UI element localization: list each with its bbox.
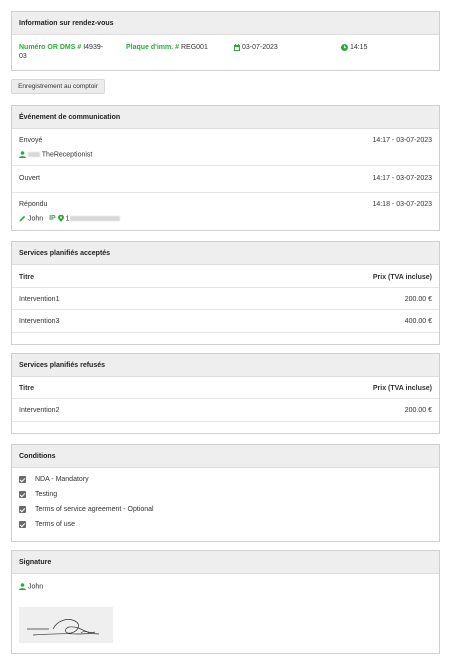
column-title: Titre [19, 274, 35, 281]
dms-label: Numéro OR DMS [19, 44, 76, 51]
column-price: Prix (TVA incluse) [372, 274, 432, 281]
service-price: 400.00 € [404, 318, 432, 325]
refused-services-panel: Services planifiés refusés Titre Prix (T… [11, 353, 440, 434]
service-price: 200.00 € [404, 407, 432, 414]
user-icon [19, 583, 26, 590]
signature-panel: Signature John [11, 550, 440, 654]
service-price: 200.00 € [404, 296, 432, 303]
condition-item: Terms of use [19, 521, 432, 531]
signer-name: John [27, 583, 44, 591]
condition-label: Terms of use [34, 521, 76, 529]
signature-image [19, 607, 113, 643]
appointment-panel-title: Information sur rendez-vous [12, 12, 439, 35]
dms-value-cont: 03 [19, 53, 27, 60]
accepted-services-panel: Services planifiés acceptés Titre Prix (… [11, 241, 440, 345]
replied-label: Répondu [19, 201, 48, 208]
condition-label: Testing [34, 491, 58, 499]
replier-name: John [27, 215, 44, 223]
condition-item: NDA - Mandatory [19, 476, 432, 486]
condition-item: Terms of service agreement - Optional [19, 506, 432, 516]
ip-label: IP [49, 215, 56, 223]
service-name: Intervention3 [19, 318, 60, 325]
counter-checkin-button[interactable]: Enregistrement au comptoir [11, 79, 105, 94]
table-row: Intervention3 400.00 € [19, 318, 432, 328]
opened-time: 14:17 - 03-07-2023 [372, 175, 432, 182]
service-name: Intervention1 [19, 296, 60, 303]
condition-item: Testing [19, 491, 432, 501]
map-marker-icon [57, 215, 64, 222]
replied-time: 14:18 - 03-07-2023 [372, 201, 432, 208]
redacted-name [27, 152, 40, 157]
conditions-title: Conditions [12, 445, 439, 468]
appointment-date: 03-07-2023 [241, 44, 278, 51]
opened-label: Ouvert [19, 175, 41, 182]
column-price: Prix (TVA incluse) [372, 385, 432, 392]
plate-label: Plaque d'imm. [126, 44, 174, 51]
checkbox-checked[interactable] [19, 506, 26, 513]
conditions-panel: Conditions NDA - Mandatory Testing Terms… [11, 444, 440, 542]
appointment-time: 14:15 [349, 44, 368, 51]
table-row: Intervention2 200.00 € [19, 407, 432, 417]
clock-icon [341, 43, 348, 51]
user-icon [19, 151, 26, 158]
column-title: Titre [19, 385, 35, 392]
communication-panel: Événement de communication Envoyé 14:17 … [11, 105, 440, 231]
pencil-icon [19, 215, 26, 222]
sent-label: Envoyé [19, 137, 43, 144]
calendar-icon [234, 43, 240, 51]
table-row: Intervention1 200.00 € [19, 296, 432, 306]
dms-value: I4939- [83, 44, 104, 51]
condition-label: NDA - Mandatory [34, 476, 89, 484]
checkbox-checked[interactable] [19, 476, 26, 483]
plate-value: REG001 [181, 44, 208, 51]
receptionist-name: TheReceptionist [41, 151, 93, 159]
communication-panel-title: Événement de communication [12, 106, 439, 129]
accepted-services-title: Services planifiés acceptés [12, 242, 439, 265]
hash-icon: # [77, 44, 82, 51]
checkbox-checked[interactable] [19, 521, 26, 528]
appointment-panel: Information sur rendez-vous Numéro OR DM… [11, 11, 440, 71]
service-name: Intervention2 [19, 407, 60, 414]
hash-icon: # [175, 44, 180, 51]
signature-title: Signature [12, 551, 439, 574]
redacted-ip [69, 216, 120, 221]
condition-label: Terms of service agreement - Optional [34, 506, 154, 514]
sent-time: 14:17 - 03-07-2023 [372, 137, 432, 144]
refused-services-title: Services planifiés refusés [12, 354, 439, 377]
checkbox-checked[interactable] [19, 491, 26, 498]
